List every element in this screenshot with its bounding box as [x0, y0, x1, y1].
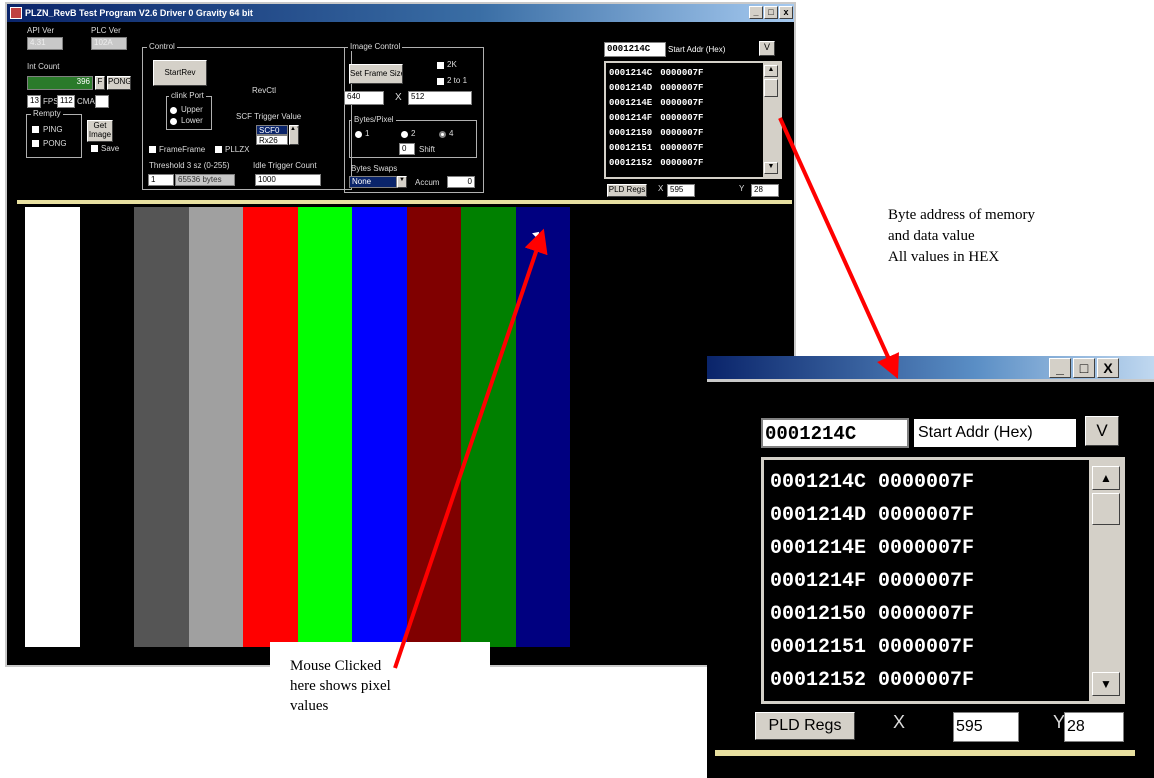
mouse-arrow: [393, 228, 548, 669]
annotation-arrows: [393, 117, 899, 669]
memory-arrow: [778, 117, 899, 379]
